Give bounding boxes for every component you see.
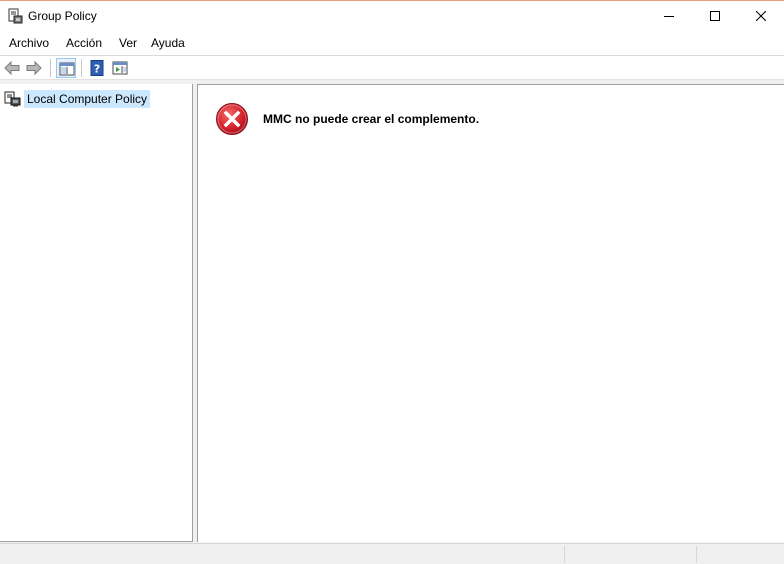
show-action-pane-icon — [112, 61, 128, 75]
status-panel — [564, 546, 696, 563]
toolbar-separator — [81, 59, 82, 77]
menu-archivo[interactable]: Archivo — [8, 36, 50, 50]
group-policy-icon — [8, 8, 23, 24]
close-icon — [756, 11, 766, 21]
group-policy-window: Group Policy Archivo Acción Ver Ayuda ? … — [0, 0, 784, 564]
close-button[interactable] — [738, 1, 784, 31]
show-hide-tree-button[interactable] — [56, 58, 76, 78]
svg-text:?: ? — [94, 63, 100, 76]
show-action-pane-button[interactable] — [110, 58, 130, 78]
result-pane: MMC no puede crear el complemento. — [197, 84, 784, 542]
back-button[interactable] — [2, 58, 22, 78]
maximize-icon — [710, 11, 720, 21]
error-icon — [216, 103, 248, 135]
minimize-button[interactable] — [646, 1, 692, 31]
toolbar-separator — [50, 59, 51, 77]
console-tree[interactable]: Local Computer Policy — [0, 84, 193, 542]
minimize-icon — [664, 16, 674, 17]
menu-ver[interactable]: Ver — [118, 36, 138, 50]
forward-button[interactable] — [24, 58, 44, 78]
tree-item-label: Local Computer Policy — [24, 90, 151, 108]
toolbar: ? — [0, 56, 784, 80]
back-arrow-icon — [4, 60, 20, 76]
mmc-content: Local Computer Policy MMC no puede crear… — [0, 80, 784, 543]
policy-computer-icon — [4, 91, 21, 107]
forward-arrow-icon — [26, 60, 42, 76]
status-bar — [0, 543, 784, 564]
title-bar[interactable]: Group Policy — [0, 1, 784, 31]
menu-bar: Archivo Acción Ver Ayuda — [0, 31, 784, 56]
status-panel — [696, 546, 784, 563]
menu-ayuda[interactable]: Ayuda — [150, 36, 186, 50]
help-button[interactable]: ? — [87, 58, 107, 78]
menu-accion[interactable]: Acción — [65, 36, 103, 50]
maximize-button[interactable] — [692, 1, 738, 31]
error-message: MMC no puede crear el complemento. — [263, 112, 480, 126]
show-hide-console-tree-icon — [59, 62, 75, 76]
help-icon: ? — [90, 60, 104, 76]
window-title: Group Policy — [28, 9, 97, 23]
